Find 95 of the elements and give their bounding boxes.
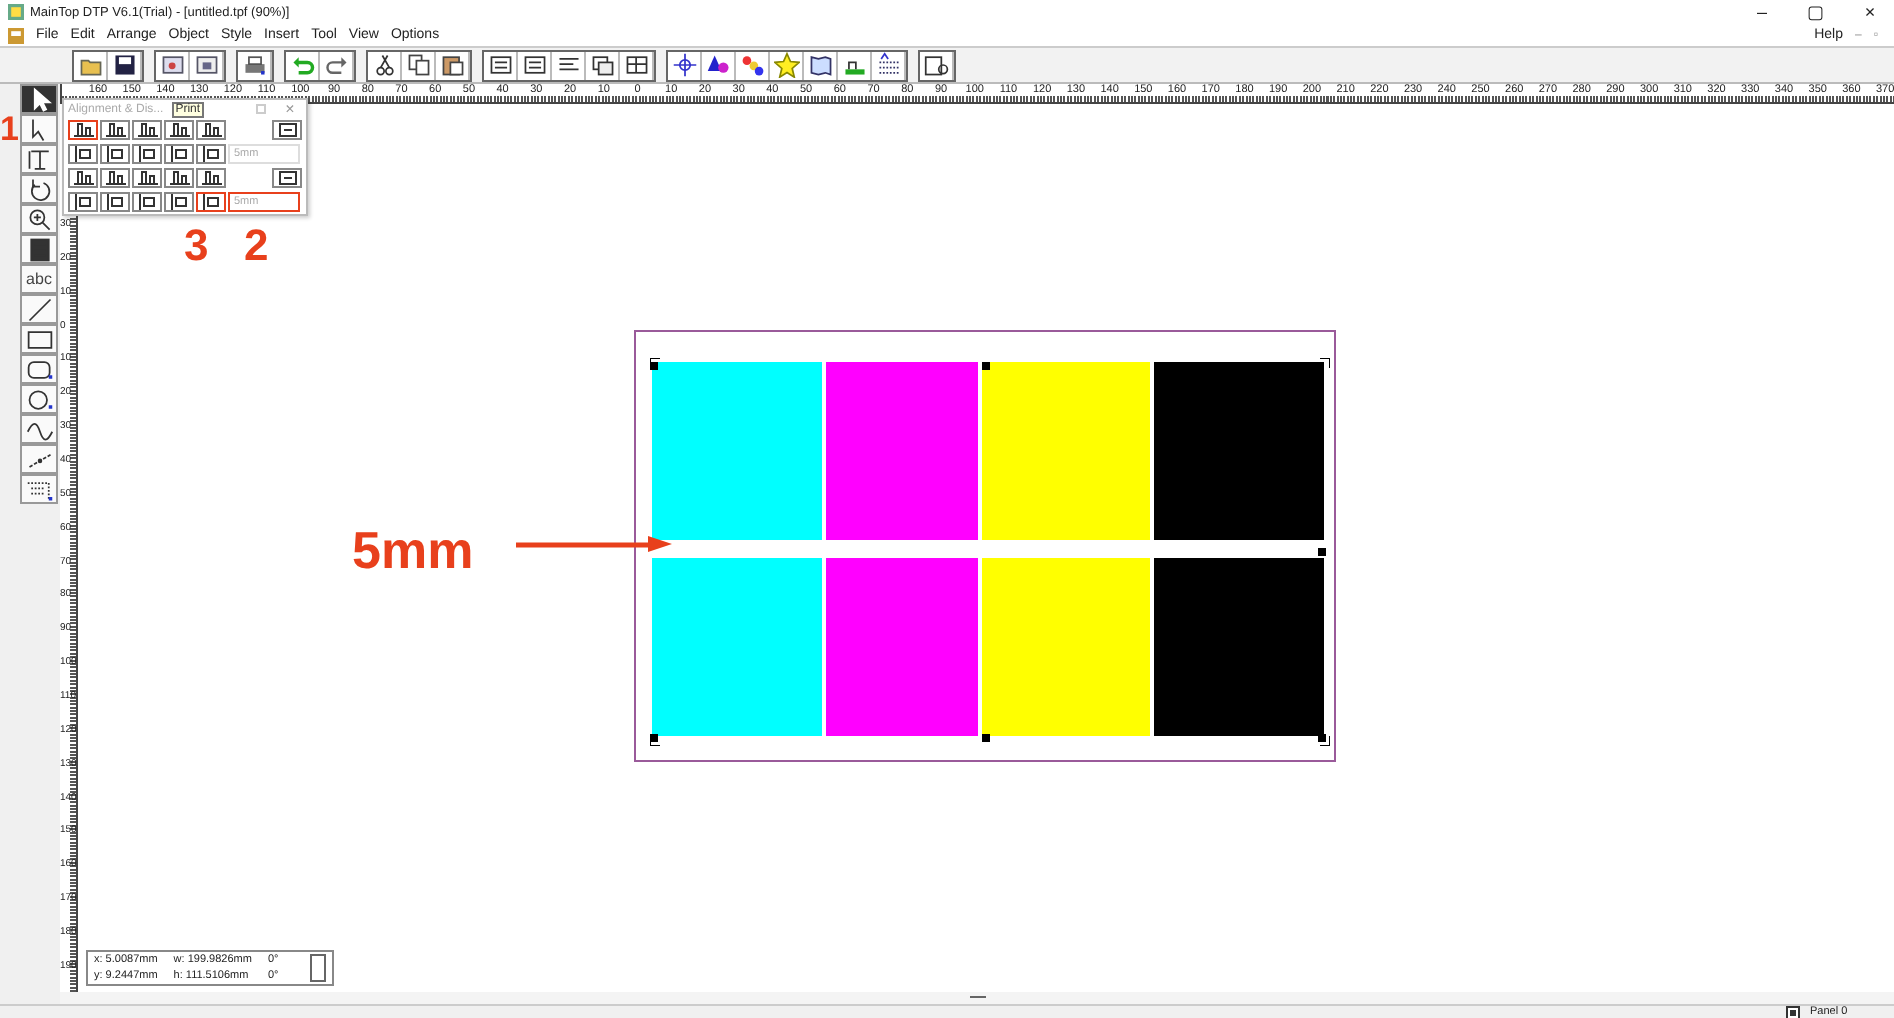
align-button[interactable]	[68, 192, 98, 212]
align-icon	[169, 194, 189, 210]
tool-button[interactable]	[20, 204, 58, 234]
crosshair-button[interactable]	[668, 51, 702, 79]
frame-icon	[487, 52, 513, 78]
align-button[interactable]	[164, 144, 194, 164]
apply-button[interactable]	[272, 120, 302, 140]
text-icon	[25, 145, 53, 173]
align-icon	[105, 170, 125, 186]
tool-button[interactable]	[20, 234, 58, 264]
align-button[interactable]	[68, 168, 98, 188]
preview-icon	[923, 52, 949, 78]
scroll-grip[interactable]	[969, 996, 985, 998]
align-icon	[137, 122, 157, 138]
align-icon	[137, 170, 157, 186]
grid-icon	[623, 52, 649, 78]
align-icon	[105, 194, 125, 210]
align-button[interactable]	[132, 168, 162, 188]
crosshair-icon	[671, 52, 697, 78]
app-icon	[8, 4, 24, 20]
align-button[interactable]	[196, 168, 226, 188]
tool-button[interactable]	[20, 414, 58, 444]
align-icon	[201, 194, 221, 210]
align-button[interactable]	[132, 144, 162, 164]
align-icon	[201, 146, 221, 162]
align-icon	[169, 146, 189, 162]
align-button[interactable]	[132, 192, 162, 212]
tool-button[interactable]	[20, 444, 58, 474]
scissors-icon	[371, 52, 397, 78]
tool-button[interactable]: abc	[20, 264, 58, 294]
redo-button[interactable]	[320, 51, 354, 79]
step-number: 1	[0, 112, 19, 146]
align-button[interactable]	[196, 120, 226, 140]
tool-button[interactable]	[20, 114, 58, 144]
line-icon	[25, 295, 53, 323]
align-button[interactable]	[100, 192, 130, 212]
align-icon	[105, 122, 125, 138]
spacing-label: 5mm	[352, 524, 474, 576]
spin-button[interactable]	[310, 954, 327, 982]
tool-button[interactable]	[20, 474, 58, 504]
ellipse-icon	[25, 385, 53, 413]
align-button[interactable]	[164, 120, 194, 140]
step-number: 2	[244, 224, 269, 268]
step-number: 3	[184, 224, 209, 268]
zoom-icon	[25, 205, 53, 233]
window-control[interactable]: ×	[1846, 2, 1894, 22]
star-icon	[773, 52, 799, 78]
distribute-icon	[277, 170, 297, 186]
window-control[interactable]: –	[1738, 2, 1786, 22]
align-icon	[105, 146, 125, 162]
map-icon	[807, 52, 833, 78]
align-button[interactable]	[132, 120, 162, 140]
rect-icon	[25, 325, 53, 353]
window-control[interactable]: ▢	[1792, 2, 1840, 22]
align-icon	[73, 122, 93, 138]
align-icon	[201, 122, 221, 138]
image-icon	[159, 52, 185, 78]
roundrect-icon	[25, 355, 53, 383]
star-button[interactable]	[770, 51, 804, 79]
shapes-button[interactable]	[702, 51, 736, 79]
frame-icon	[521, 52, 547, 78]
align-button[interactable]	[196, 144, 226, 164]
align-button[interactable]	[164, 168, 194, 188]
gradient-icon	[739, 52, 765, 78]
align-button[interactable]	[196, 192, 226, 212]
tool-button[interactable]	[20, 174, 58, 204]
rotate-icon	[25, 175, 53, 203]
align-button[interactable]	[68, 144, 98, 164]
align-button[interactable]	[68, 120, 98, 140]
align-button[interactable]	[100, 168, 130, 188]
shapes-icon	[705, 52, 731, 78]
printer-icon	[241, 52, 267, 78]
picture-frame-icon	[193, 52, 219, 78]
align-icon	[137, 146, 157, 162]
tool-button[interactable]	[20, 144, 58, 174]
align-icon	[73, 194, 93, 210]
document-icon	[8, 27, 24, 43]
align-icon	[73, 146, 93, 162]
align-icon	[169, 122, 189, 138]
align-icon	[201, 170, 221, 186]
align-button[interactable]	[100, 120, 130, 140]
distribute-icon	[277, 122, 297, 138]
align-icon	[73, 170, 93, 186]
align-icon	[137, 194, 157, 210]
align-button[interactable]	[100, 144, 130, 164]
undo-icon	[289, 52, 315, 78]
tool-button[interactable]	[20, 84, 58, 114]
tool-button[interactable]	[20, 354, 58, 384]
align-button[interactable]	[164, 192, 194, 212]
align-icon	[169, 170, 189, 186]
tool-button[interactable]	[20, 324, 58, 354]
apply-button[interactable]	[272, 168, 302, 188]
frames-icon	[589, 52, 615, 78]
tool-button[interactable]	[20, 384, 58, 414]
text-lines-icon	[875, 52, 901, 78]
